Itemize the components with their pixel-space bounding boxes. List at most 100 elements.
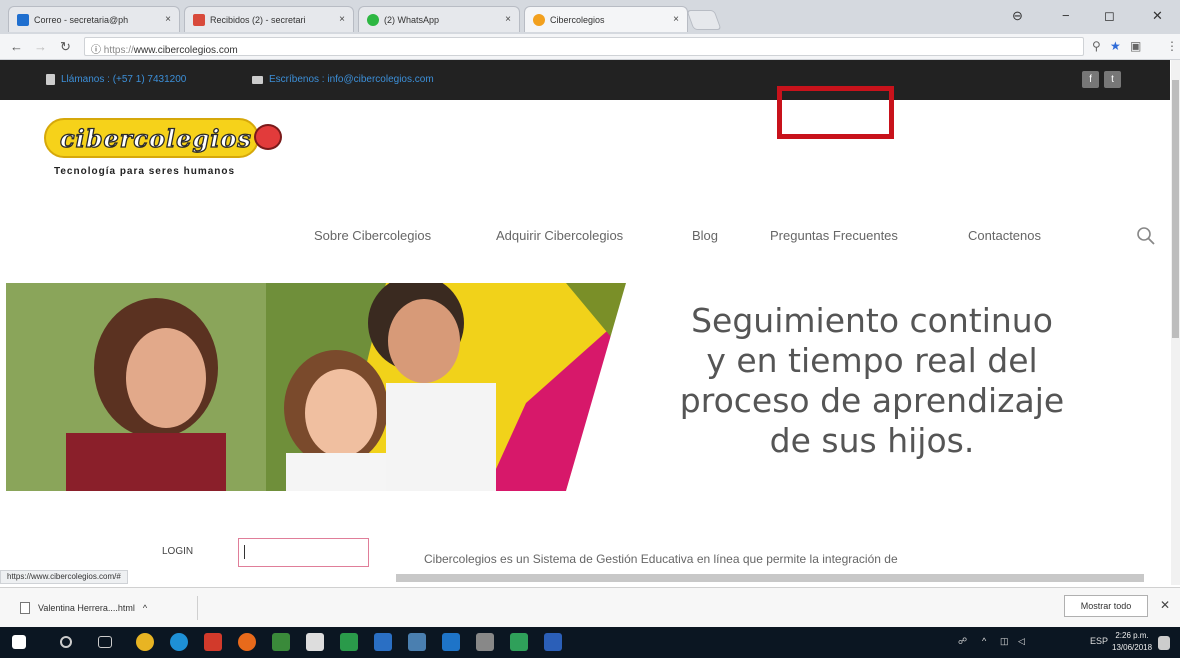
people-icon[interactable]: ☍ <box>958 636 967 647</box>
show-all-button[interactable]: Mostrar todo <box>1064 595 1148 617</box>
facebook-icon[interactable]: f <box>1082 71 1099 88</box>
firefox-icon[interactable] <box>238 633 256 651</box>
hero-line: proceso de aprendizaje <box>679 381 1065 420</box>
contact-phone-text: Llámanos : (+57 1) 7431200 <box>61 74 187 85</box>
new-tab-button[interactable] <box>686 10 722 30</box>
network-icon[interactable]: ◫ <box>1000 636 1009 647</box>
tab-title: Correo - secretaria@ph <box>34 14 129 25</box>
app-icon[interactable] <box>476 633 494 651</box>
extension-icon[interactable]: ▣ <box>1130 39 1141 53</box>
url-scheme: https:// <box>103 45 134 56</box>
close-icon[interactable]: × <box>505 14 511 25</box>
browser-tabstrip: Correo - secretaria@ph × Recibidos (2) -… <box>0 0 1180 34</box>
whatsapp-icon <box>367 13 379 26</box>
close-window-button[interactable]: ✕ <box>1152 8 1163 24</box>
cibercolegios-favicon-icon <box>533 13 545 26</box>
menu-dots-icon[interactable]: ⋮ <box>1166 39 1178 53</box>
search-taskbar-icon[interactable] <box>60 636 72 648</box>
language-indicator[interactable]: ESP <box>1090 636 1108 646</box>
tab-title: Recibidos (2) - secretari <box>210 14 306 25</box>
chevron-up-icon[interactable]: ^ <box>982 636 986 646</box>
outlook-icon <box>17 13 29 26</box>
maximize-button[interactable]: ◻ <box>1104 8 1115 24</box>
info-icon[interactable]: ⓘ <box>91 45 104 56</box>
close-shelf-button[interactable]: ✕ <box>1160 598 1170 612</box>
tab-whatsapp[interactable]: (2) WhatsApp × <box>358 6 520 32</box>
back-arrow-icon[interactable]: ← <box>10 39 23 54</box>
site-top-bar: Llámanos : (+57 1) 7431200 Escríbenos : … <box>0 60 1170 100</box>
hero-line: Seguimiento continuo <box>691 301 1053 340</box>
zoom-icon[interactable]: ⚲ <box>1092 39 1101 53</box>
excel-icon[interactable] <box>340 633 358 651</box>
outlook-taskbar-icon[interactable] <box>374 633 392 651</box>
status-url-bubble: https://www.cibercolegios.com/# <box>0 570 128 584</box>
contact-email-text: Escríbenos : info@cibercolegios.com <box>269 74 434 85</box>
logo-badge: cibercolegios <box>44 118 259 158</box>
windows-start-icon[interactable] <box>12 635 26 649</box>
clock-time: 2:26 p.m. <box>1115 631 1149 640</box>
taskbar-clock[interactable]: 2:26 p.m. 13/06/2018 <box>1112 630 1152 654</box>
url-host: www.cibercolegios.com <box>133 45 238 56</box>
close-icon[interactable]: × <box>673 14 679 25</box>
download-file-name: Valentina Herrera....html <box>38 603 135 613</box>
address-bar: ← → ↻ ⓘ https://www.cibercolegios.com ⚲ … <box>0 34 1180 60</box>
login-label: LOGIN <box>162 546 194 557</box>
contact-phone[interactable]: Llámanos : (+57 1) 7431200 <box>46 74 186 85</box>
hero-line: de sus hijos. <box>769 421 975 460</box>
url-field[interactable]: ⓘ https://www.cibercolegios.com <box>84 37 1084 56</box>
site-logo[interactable]: cibercolegios Tecnología para seres huma… <box>44 118 282 177</box>
app-icon[interactable] <box>442 633 460 651</box>
app-icon[interactable] <box>510 633 528 651</box>
phone-icon <box>46 74 55 85</box>
tab-title: Cibercolegios <box>550 14 605 25</box>
gmail-icon <box>193 13 205 26</box>
app-icon[interactable] <box>272 633 290 651</box>
hero-headline: Seguimiento continuo y en tiempo real de… <box>662 301 1082 461</box>
tab-recibidos[interactable]: Recibidos (2) - secretari × <box>184 6 354 32</box>
profile-icon[interactable]: ⊖ <box>1012 8 1023 24</box>
tab-correo[interactable]: Correo - secretaria@ph × <box>8 6 180 32</box>
horizontal-scrollbar[interactable] <box>396 574 1144 582</box>
menu-adquirir-cibercolegios[interactable]: Adquirir Cibercolegios <box>496 228 623 243</box>
minimize-button[interactable]: − <box>1062 8 1070 23</box>
highlight-rectangle <box>777 86 894 139</box>
logo-tagline: Tecnología para seres humanos <box>54 166 236 177</box>
menu-preguntas-frecuentes[interactable]: Preguntas Frecuentes <box>770 228 898 243</box>
mail-icon <box>252 75 263 84</box>
office-icon[interactable] <box>204 633 222 651</box>
clock-date: 13/06/2018 <box>1112 643 1153 652</box>
vertical-scrollbar-thumb[interactable] <box>1172 80 1179 338</box>
login-input[interactable] <box>238 538 369 567</box>
twitter-icon[interactable]: t <box>1104 71 1121 88</box>
chevron-up-icon[interactable]: ^ <box>143 603 147 613</box>
menu-contactenos[interactable]: Contactenos <box>968 228 1041 243</box>
menu-sobre-cibercolegios[interactable]: Sobre Cibercolegios <box>314 228 431 243</box>
intro-paragraph: Cibercolegios es un Sistema de Gestión E… <box>424 552 898 566</box>
hero-line: y en tiempo real del <box>706 341 1038 380</box>
edge-icon[interactable] <box>170 633 188 651</box>
task-view-icon[interactable] <box>98 636 112 648</box>
store-icon[interactable] <box>306 633 324 651</box>
tab-cibercolegios[interactable]: Cibercolegios × <box>524 6 688 32</box>
file-icon <box>20 602 30 614</box>
contact-email[interactable]: Escríbenos : info@cibercolegios.com <box>252 74 434 85</box>
close-icon[interactable]: × <box>165 14 171 25</box>
close-icon[interactable]: × <box>339 14 345 25</box>
volume-icon[interactable]: ◁ <box>1018 636 1025 647</box>
logo-wordmark: cibercolegios <box>59 123 252 153</box>
text-caret <box>244 545 245 559</box>
menu-blog[interactable]: Blog <box>692 228 718 243</box>
bookmark-star-icon[interactable]: ★ <box>1110 39 1121 53</box>
notifications-icon[interactable] <box>1158 636 1170 650</box>
tab-title: (2) WhatsApp <box>384 14 440 25</box>
app-icon[interactable] <box>408 633 426 651</box>
hero-banner: Seguimiento continuo y en tiempo real de… <box>6 283 1170 491</box>
download-shelf: Valentina Herrera....html ^ <box>0 587 1180 627</box>
reload-icon[interactable]: ↻ <box>60 39 71 55</box>
chrome-icon[interactable] <box>136 633 154 651</box>
forward-arrow-icon[interactable]: → <box>34 39 47 54</box>
word-icon[interactable] <box>544 633 562 651</box>
download-item[interactable]: Valentina Herrera....html ^ <box>14 596 198 620</box>
logo-ball-icon <box>254 124 282 150</box>
search-icon[interactable] <box>1136 226 1156 246</box>
